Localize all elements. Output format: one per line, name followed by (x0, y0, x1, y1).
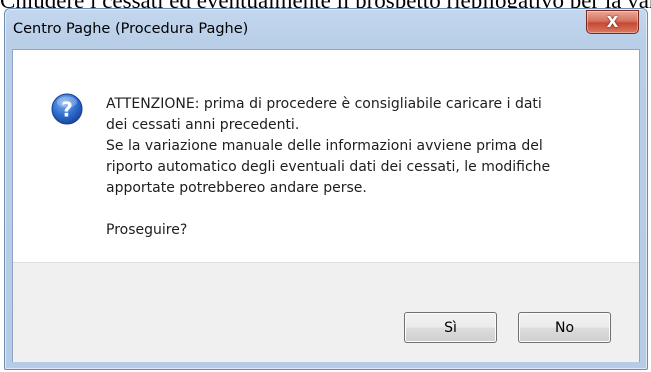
yes-button[interactable]: Sì (404, 312, 497, 343)
message-line: riporto automatico degli eventuali dati … (106, 159, 551, 175)
close-button[interactable]: X (586, 10, 639, 34)
message-line: Se la variazione manuale delle informazi… (106, 138, 543, 154)
question-icon: ? (51, 93, 83, 125)
close-icon: X (606, 13, 619, 31)
message-line: dei cessati anni precedenti. (106, 117, 300, 133)
message-question: Proseguire? (106, 222, 188, 238)
svg-text:?: ? (61, 98, 73, 122)
message-dialog: Centro Paghe (Procedura Paghe) X ? ATTEN… (4, 8, 648, 370)
dialog-button-bar: Sì No (13, 262, 639, 362)
dialog-titlebar[interactable]: Centro Paghe (Procedura Paghe) X (5, 9, 647, 49)
message-line: apportate potrebbereo andare perse. (106, 180, 367, 196)
no-button[interactable]: No (518, 312, 611, 343)
dialog-content: ? ATTENZIONE: prima di procedere è consi… (13, 50, 639, 262)
dialog-body: ? ATTENZIONE: prima di procedere è consi… (12, 49, 640, 362)
dialog-message: ATTENZIONE: prima di procedere è consigl… (106, 94, 616, 241)
dialog-title: Centro Paghe (Procedura Paghe) (13, 21, 249, 37)
message-line: ATTENZIONE: prima di procedere è consigl… (106, 96, 542, 112)
